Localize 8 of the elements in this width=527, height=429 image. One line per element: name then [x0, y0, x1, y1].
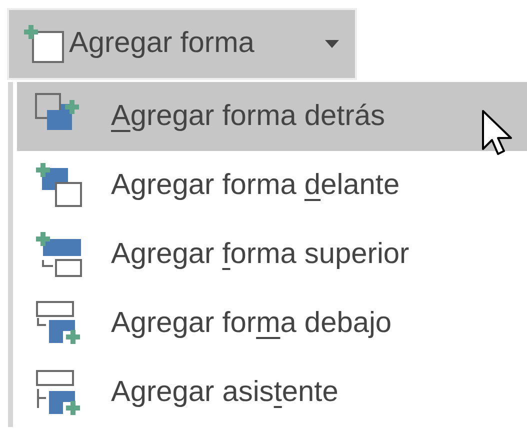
mouse-pointer-icon	[482, 110, 512, 156]
add-shape-icon	[21, 24, 65, 64]
shapes-front-icon	[35, 162, 83, 210]
shapes-assistant-icon	[35, 368, 83, 416]
add-shape-dropdown-button[interactable]: Agregar forma	[9, 10, 355, 78]
shapes-above-icon	[35, 230, 83, 278]
menu-item[interactable]: Agregar forma detrás	[17, 82, 527, 151]
caret-icon	[325, 40, 339, 48]
